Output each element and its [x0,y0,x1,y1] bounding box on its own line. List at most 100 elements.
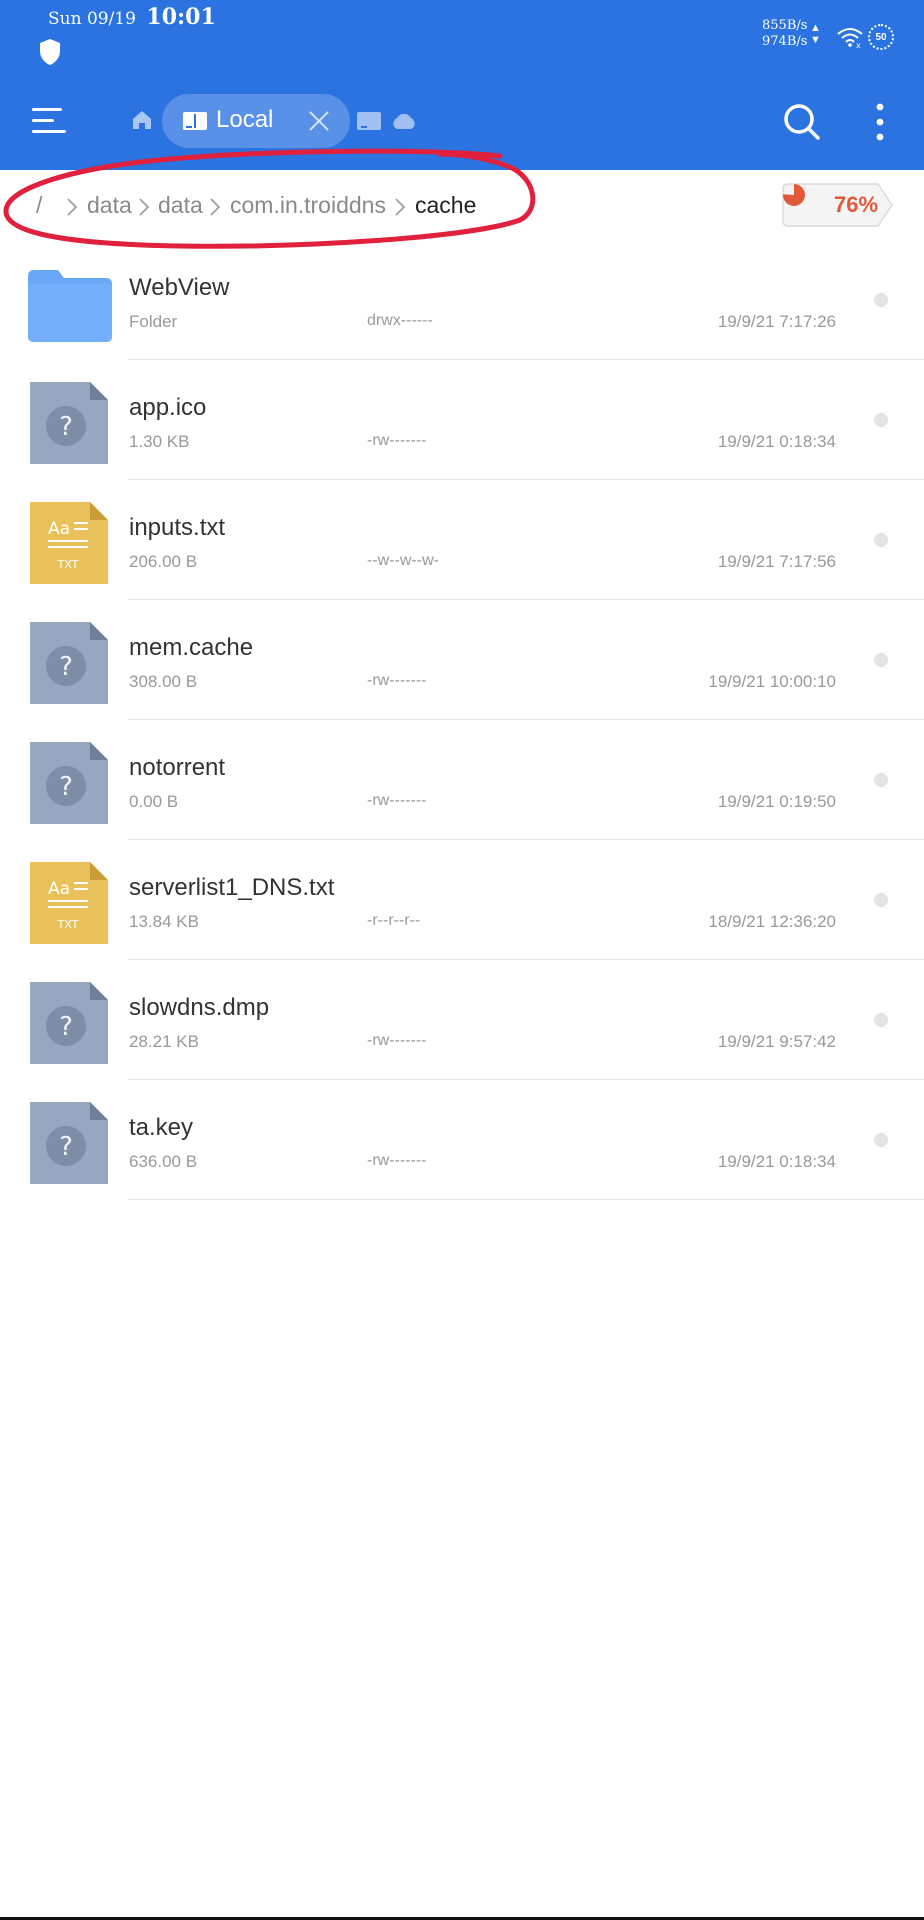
file-permissions: -rw------- [367,672,427,689]
file-modified: 19/9/21 7:17:56 [717,552,836,571]
storage-pie-free-slice [783,184,794,195]
file-size: 1.30 KB [129,432,190,451]
breadcrumb-item[interactable]: com.in.troiddns [230,192,386,219]
breadcrumb-current[interactable]: cache [415,192,476,219]
file-name: app.ico [129,394,207,421]
file-permissions: -r--r--r-- [367,912,421,929]
select-checkbox[interactable] [874,413,888,427]
svg-text:Aa: Aa [48,879,70,899]
menu-button[interactable] [30,104,70,138]
file-name: notorrent [129,754,226,781]
file-modified: 19/9/21 7:17:26 [717,312,836,331]
file-row[interactable]: ? notorrent 0.00 B -rw------- 19/9/21 0:… [0,720,924,840]
unknown-file-icon: ? [26,980,112,1066]
svg-text:TXT: TXT [57,918,79,931]
search-icon[interactable] [782,102,822,142]
svg-text:?: ? [59,1132,73,1162]
chevron-right-icon [395,198,406,216]
text-file-icon: Aa TXT [26,860,112,946]
net-down-speed: 974B/s [762,34,808,49]
file-row[interactable]: WebView Folder drwx------ 19/9/21 7:17:2… [0,240,924,360]
cloud-icon[interactable] [390,111,418,131]
net-up-speed: 855B/s [762,18,808,33]
row-divider [128,1199,924,1200]
chevron-right-icon [139,198,150,216]
home-icon[interactable] [130,108,154,132]
file-row[interactable]: ? mem.cache 308.00 B -rw------- 19/9/21 … [0,600,924,720]
more-options-icon[interactable] [868,102,892,142]
svg-text:?: ? [59,772,73,802]
app-header: Sun 09/19 10:01 855B/s 974B/s ▲ ▼ x 50 Lo… [0,0,924,170]
file-modified: 19/9/21 10:00:10 [708,672,836,691]
file-row[interactable]: ? slowdns.dmp 28.21 KB -rw------- 19/9/2… [0,960,924,1080]
select-checkbox[interactable] [874,533,888,547]
file-size: Folder [129,312,178,331]
storage-usage-badge[interactable]: 76% [782,183,894,227]
chevron-right-icon [210,198,221,216]
svg-text:?: ? [59,652,73,682]
file-name: mem.cache [129,634,254,661]
file-permissions: -rw------- [367,1032,427,1049]
select-checkbox[interactable] [874,293,888,307]
status-time: 10:01 [146,4,216,30]
status-date: Sun 09/19 [48,9,136,29]
storage-percent: 76% [834,192,879,217]
file-modified: 18/9/21 12:36:20 [708,912,836,931]
unknown-file-icon: ? [26,740,112,826]
unknown-file-icon: ? [26,380,112,466]
select-checkbox[interactable] [874,1133,888,1147]
select-checkbox[interactable] [874,653,888,667]
close-icon[interactable] [306,108,332,134]
file-row[interactable]: ? app.ico 1.30 KB -rw------- 19/9/21 0:1… [0,360,924,480]
file-modified: 19/9/21 9:57:42 [717,1032,836,1051]
file-permissions: --w--w--w- [367,552,439,569]
storage-pie-icon [783,184,805,206]
wifi-icon: x [837,28,863,48]
unknown-file-icon: ? [26,620,112,706]
breadcrumb-item[interactable]: data [158,192,203,219]
file-name: ta.key [129,1114,194,1141]
file-modified: 19/9/21 0:19:50 [717,792,836,811]
svg-text:TXT: TXT [57,558,79,571]
file-row[interactable]: ? ta.key 636.00 B -rw------- 19/9/21 0:1… [0,1080,924,1200]
file-size: 28.21 KB [129,1032,199,1051]
network-speed: 855B/s 974B/s [762,18,807,50]
svg-text:Aa: Aa [48,519,70,539]
select-checkbox[interactable] [874,893,888,907]
breadcrumb-item[interactable]: data [87,192,132,219]
file-permissions: -rw------- [367,792,427,809]
text-file-icon: Aa TXT [26,500,112,586]
svg-text:x: x [856,41,861,48]
file-permissions: drwx------ [367,312,433,329]
file-size: 636.00 B [129,1152,198,1171]
file-permissions: -rw------- [367,1152,427,1169]
file-modified: 19/9/21 0:18:34 [717,432,836,451]
svg-text:?: ? [59,412,73,442]
file-size: 13.84 KB [129,912,199,931]
file-modified: 19/9/21 0:18:34 [717,1152,836,1171]
unknown-file-icon: ? [26,1100,112,1186]
status-clock: Sun 09/19 10:01 [48,4,216,30]
file-name: WebView [129,274,230,301]
shield-icon [40,39,60,65]
signal-badge-icon: 50 [868,24,894,50]
chevron-right-icon [67,198,78,216]
file-permissions: -rw------- [367,432,427,449]
storage-tab-icon [183,112,207,130]
file-size: 308.00 B [129,672,198,691]
file-size: 0.00 B [129,792,179,811]
file-name: inputs.txt [129,514,226,541]
file-name: serverlist1_DNS.txt [129,874,335,901]
select-checkbox[interactable] [874,773,888,787]
file-size: 206.00 B [129,552,198,571]
select-checkbox[interactable] [874,1013,888,1027]
file-name: slowdns.dmp [129,994,270,1021]
breadcrumb-root[interactable]: / [36,192,42,219]
file-row[interactable]: Aa TXT serverlist1_DNS.txt 13.84 KB -r--… [0,840,924,960]
net-arrows-icon: ▲ ▼ [810,22,821,46]
file-row[interactable]: Aa TXT inputs.txt 206.00 B --w--w--w- 19… [0,480,924,600]
tab-local-label[interactable]: Local [216,106,273,134]
svg-text:?: ? [59,1012,73,1042]
library-icon[interactable] [356,111,382,131]
folder-icon [26,260,112,346]
